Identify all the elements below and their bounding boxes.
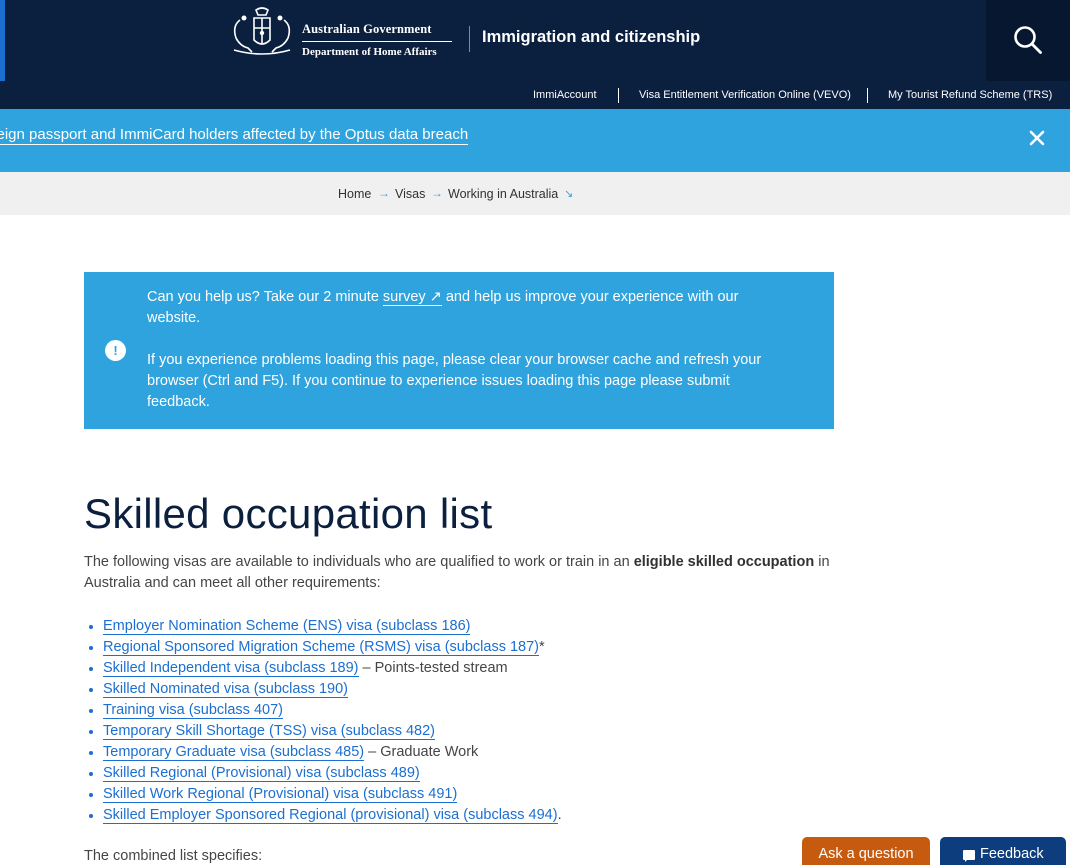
- bullet: [89, 709, 93, 713]
- coat-of-arms-logo[interactable]: [226, 6, 298, 61]
- utility-separator: [867, 88, 868, 103]
- search-icon: [1014, 26, 1042, 54]
- visa-link[interactable]: Temporary Graduate visa (subclass 485): [103, 744, 365, 761]
- list-item: Skilled Employer Sponsored Regional (pro…: [84, 805, 562, 826]
- list-item: Temporary Graduate visa (subclass 485) –…: [84, 742, 562, 763]
- arrow-right-icon: →: [378, 186, 390, 200]
- gov-name: Australian Government: [302, 22, 432, 36]
- visa-link[interactable]: Skilled Regional (Provisional) visa (sub…: [103, 765, 420, 782]
- site-header: Australian Government Department of Home…: [0, 0, 1070, 81]
- survey-text-before: Can you help us? Take our 2 minute: [147, 289, 383, 305]
- ask-question-button[interactable]: Ask a question: [802, 837, 930, 865]
- department-name: Department of Home Affairs: [302, 46, 437, 58]
- list-item: Skilled Independent visa (subclass 189) …: [84, 658, 562, 679]
- list-item: Skilled Nominated visa (subclass 190): [84, 679, 562, 700]
- government-wordmark[interactable]: Australian Government Department of Home…: [302, 22, 452, 58]
- bullet: [89, 730, 93, 734]
- arrow-right-icon: →: [431, 186, 443, 200]
- visa-link[interactable]: Regional Sponsored Migration Scheme (RSM…: [103, 639, 539, 656]
- survey-link[interactable]: survey ↗: [382, 289, 442, 306]
- utility-nav: ImmiAccount Visa Entitlement Verificatio…: [0, 81, 1070, 109]
- list-item: Regional Sponsored Migration Scheme (RSM…: [84, 637, 562, 658]
- visa-link[interactable]: Skilled Employer Sponsored Regional (pro…: [103, 807, 558, 824]
- bullet: [89, 646, 93, 650]
- survey-paragraph: Can you help us? Take our 2 minute surve…: [147, 287, 787, 329]
- bullet: [89, 688, 93, 692]
- wordmark-rule: [302, 41, 452, 42]
- feedback-button[interactable]: Feedback: [940, 837, 1066, 865]
- visa-link[interactable]: Employer Nomination Scheme (ENS) visa (s…: [103, 618, 471, 635]
- visa-suffix: – Points-tested stream: [358, 660, 508, 676]
- alert-link[interactable]: Foreign passport and ImmiCard holders af…: [0, 126, 469, 145]
- utility-link-trs[interactable]: My Tourist Refund Scheme (TRS): [888, 89, 1052, 101]
- alert-banner: Foreign passport and ImmiCard holders af…: [0, 109, 1070, 172]
- breadcrumb-home[interactable]: Home: [338, 187, 371, 201]
- bullet: [89, 793, 93, 797]
- header-divider: [469, 26, 470, 52]
- cache-paragraph: If you experience problems loading this …: [147, 352, 762, 410]
- utility-link-vevo[interactable]: Visa Entitlement Verification Online (VE…: [639, 89, 851, 101]
- intro-bold-text: eligible skilled occupation: [633, 554, 815, 570]
- list-item: Employer Nomination Scheme (ENS) visa (s…: [84, 616, 562, 637]
- bullet: [89, 667, 93, 671]
- list-item: Skilled Work Regional (Provisional) visa…: [84, 784, 562, 805]
- visa-link[interactable]: Temporary Skill Shortage (TSS) visa (sub…: [103, 723, 436, 740]
- site-title[interactable]: Immigration and citizenship: [482, 28, 700, 47]
- breadcrumb-visas[interactable]: Visas: [395, 187, 425, 201]
- bullet: [89, 772, 93, 776]
- combined-list-text: The combined list specifies:: [84, 848, 263, 864]
- list-item: Temporary Skill Shortage (TSS) visa (sub…: [84, 721, 562, 742]
- visa-link[interactable]: Skilled Work Regional (Provisional) visa…: [103, 786, 458, 803]
- feedback-label: Feedback: [980, 846, 1044, 862]
- utility-link-immiaccount[interactable]: ImmiAccount: [533, 89, 597, 101]
- breadcrumb: Home → Visas → Working in Australia ↘: [0, 172, 1070, 215]
- utility-separator: [618, 88, 619, 103]
- intro-paragraph: The following visas are available to ind…: [84, 552, 834, 594]
- bullet: [89, 814, 93, 818]
- visa-suffix: .: [557, 807, 562, 823]
- bullet: [89, 751, 93, 755]
- bullet: [89, 625, 93, 629]
- info-icon: !: [105, 340, 126, 361]
- survey-info-box: ! Can you help us? Take our 2 minute sur…: [84, 272, 834, 429]
- chat-icon: [963, 850, 975, 862]
- visa-suffix: – Graduate Work: [364, 744, 479, 760]
- visa-list: Employer Nomination Scheme (ENS) visa (s…: [84, 616, 562, 826]
- arrow-down-right-icon[interactable]: ↘: [564, 187, 573, 200]
- visa-link[interactable]: Training visa (subclass 407): [103, 702, 283, 719]
- breadcrumb-working-in-australia[interactable]: Working in Australia: [448, 187, 558, 201]
- close-icon[interactable]: [1027, 128, 1047, 148]
- visa-link[interactable]: Skilled Independent visa (subclass 189): [103, 660, 359, 677]
- intro-text-before: The following visas are available to ind…: [84, 554, 634, 570]
- search-button[interactable]: [986, 0, 1070, 81]
- list-item: Training visa (subclass 407): [84, 700, 562, 721]
- visa-suffix: *: [539, 639, 545, 655]
- list-item: Skilled Regional (Provisional) visa (sub…: [84, 763, 562, 784]
- page-title: Skilled occupation list: [84, 490, 493, 537]
- visa-link[interactable]: Skilled Nominated visa (subclass 190): [103, 681, 348, 698]
